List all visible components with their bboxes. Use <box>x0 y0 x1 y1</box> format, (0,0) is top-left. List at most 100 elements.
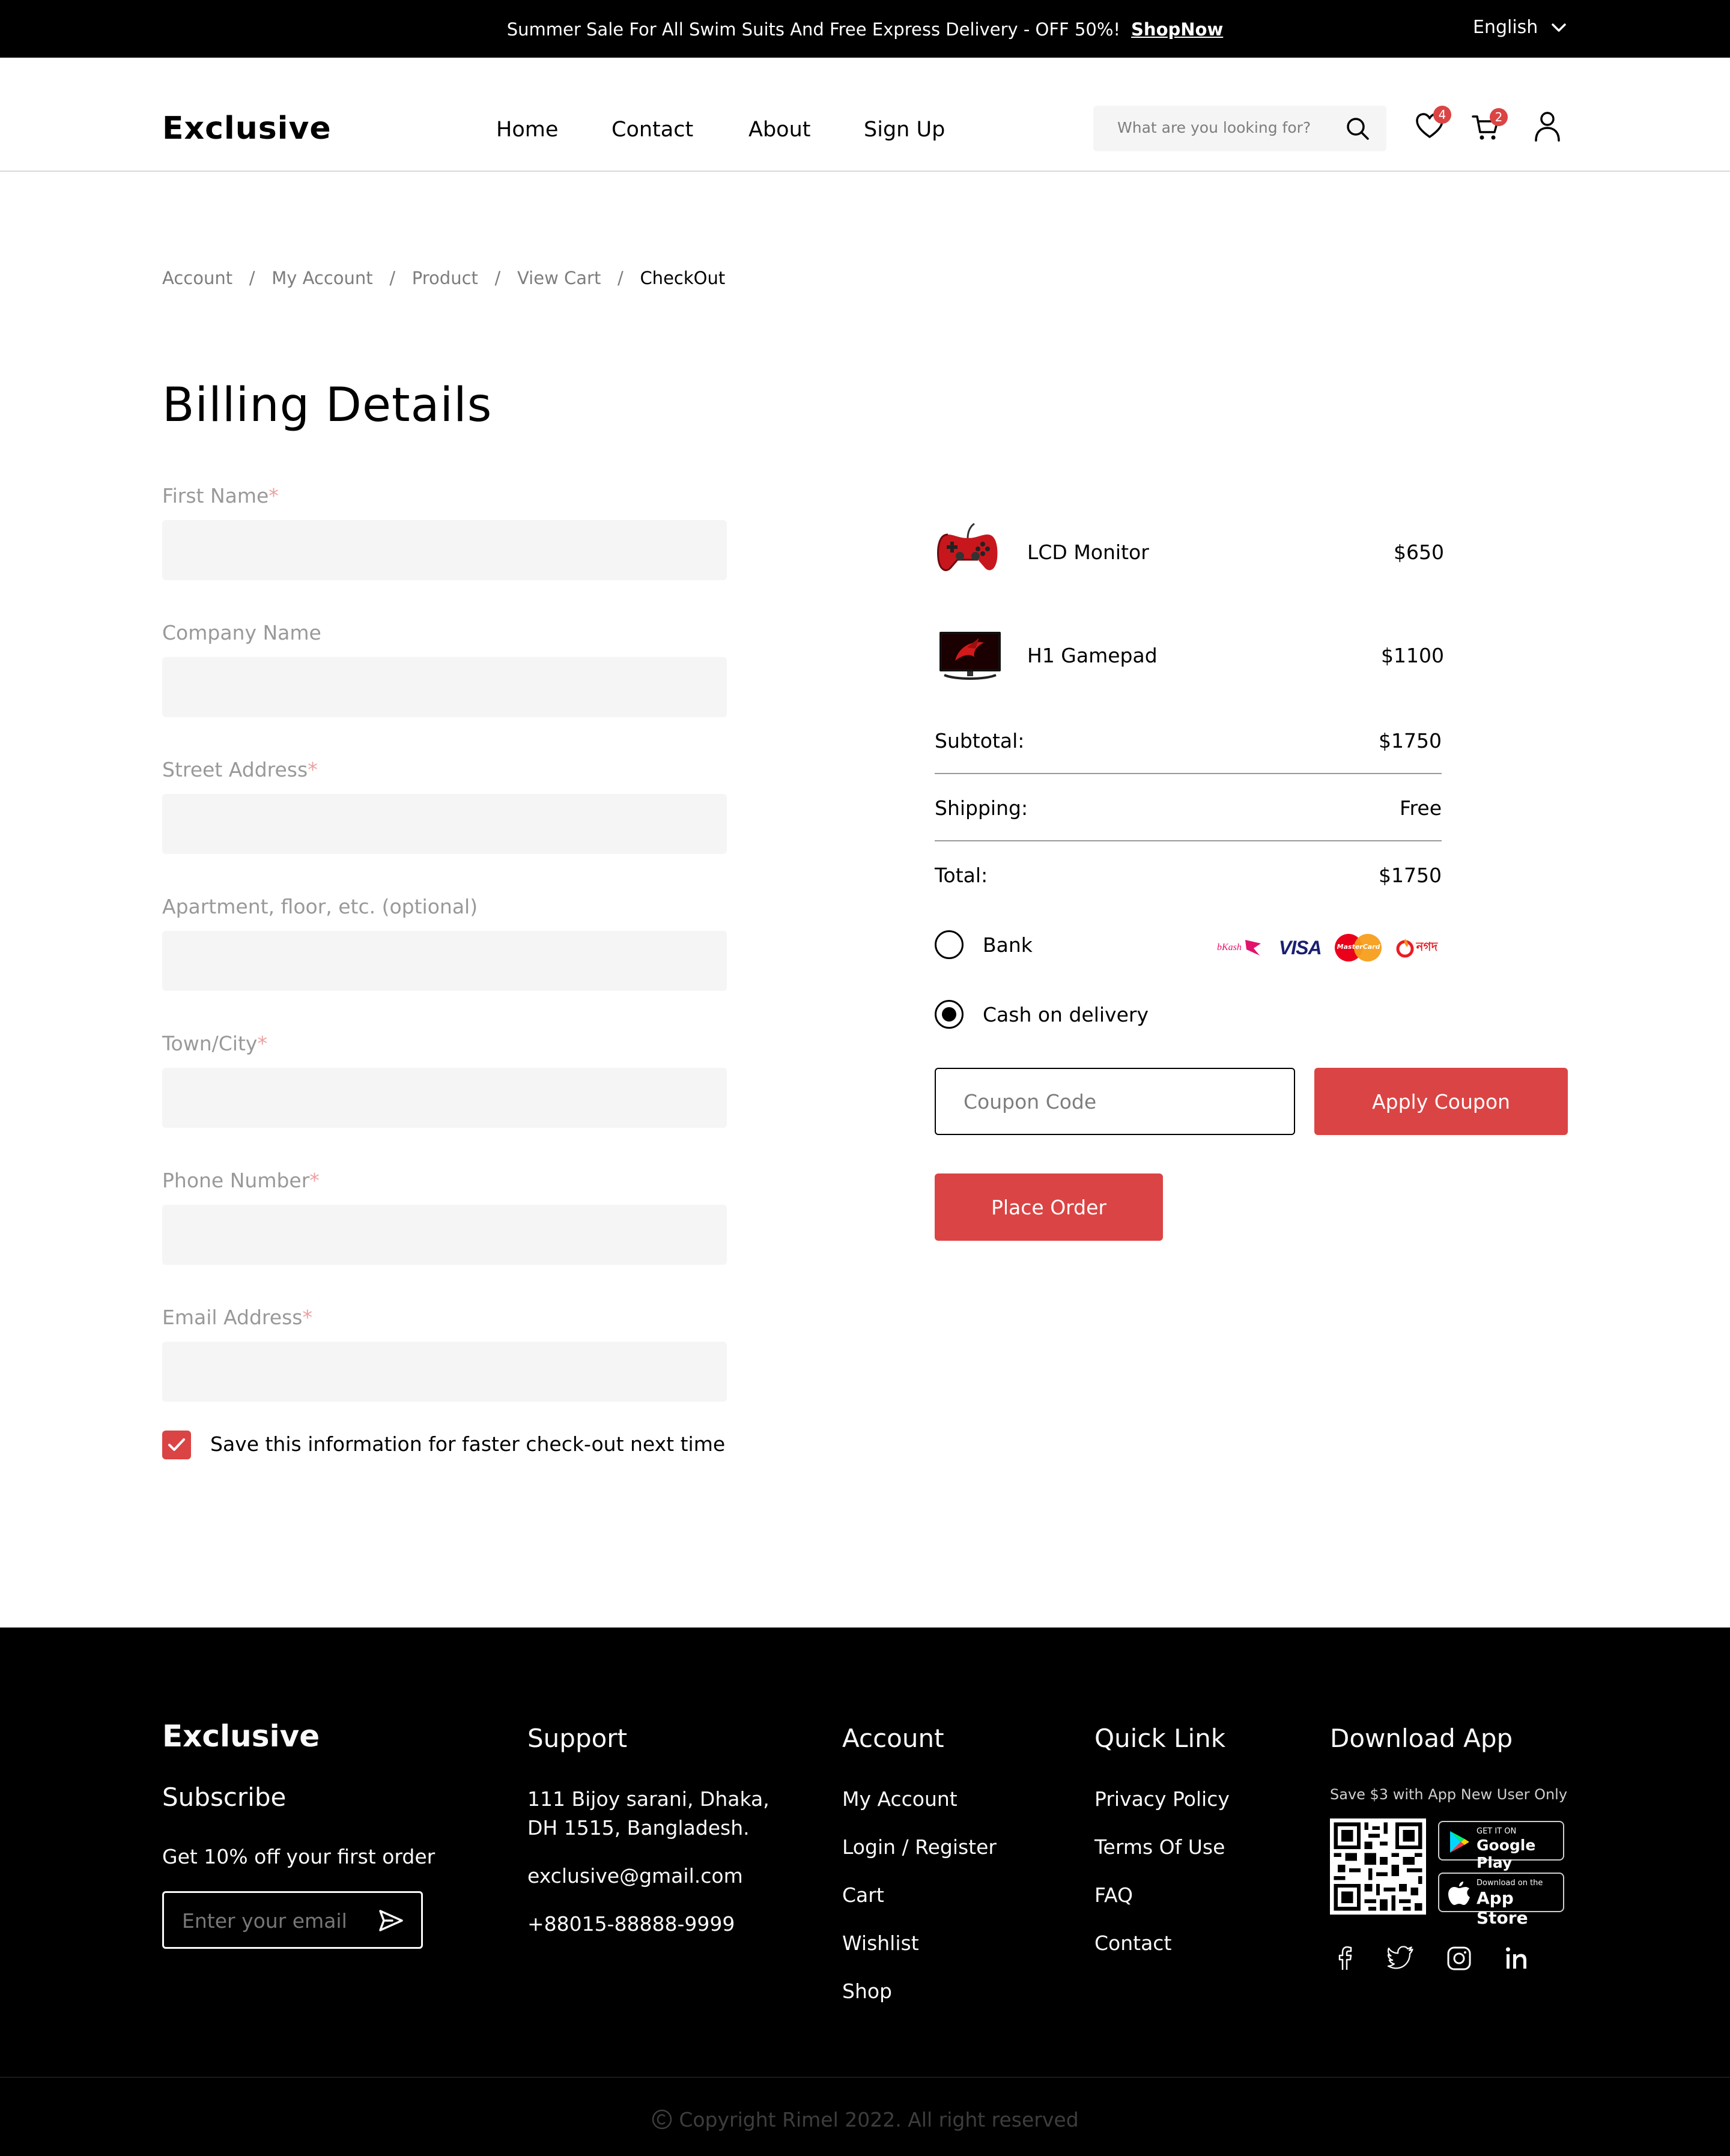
save-info-label[interactable]: Save this information for faster check-o… <box>210 1432 725 1456</box>
order-item-price: $650 <box>1394 541 1444 564</box>
required-mark: * <box>257 1032 267 1055</box>
save-info-checkbox[interactable] <box>162 1431 191 1459</box>
breadcrumb-my-account[interactable]: My Account <box>272 268 373 288</box>
bank-radio[interactable] <box>935 930 964 959</box>
breadcrumb-gap <box>395 268 412 288</box>
breadcrumb-separator: / <box>389 268 396 288</box>
promo-text-wrap: Summer Sale For All Swim Suits And Free … <box>0 19 1730 40</box>
footer-logo[interactable]: Exclusive <box>162 1719 320 1754</box>
support-phone[interactable]: +88015-88888-9999 <box>527 1910 735 1939</box>
nav-about[interactable]: About <box>748 118 810 142</box>
support-address-line2: DH 1515, Bangladesh. <box>527 1816 750 1840</box>
nagad-flame-icon <box>1396 939 1414 958</box>
breadcrumb-gap <box>601 268 618 288</box>
footer-link-faq[interactable]: FAQ <box>1094 1881 1133 1910</box>
app-offer-text: Save $3 with App New User Only <box>1330 1786 1568 1803</box>
cart-button[interactable]: 2 <box>1470 108 1508 148</box>
first-name-label-text: First Name <box>162 484 269 507</box>
app-store-button[interactable]: Download on the App Store <box>1438 1873 1564 1928</box>
apartment-field[interactable] <box>162 931 727 991</box>
quick-link-title: Quick Link <box>1094 1724 1226 1753</box>
subscribe-offer: Get 10% off your first order <box>162 1845 436 1868</box>
language-label: English <box>1473 17 1538 38</box>
copyright-row: Copyright Rimel 2022. All right reserved <box>0 2108 1730 2131</box>
send-icon[interactable] <box>377 1906 405 1935</box>
footer-divider <box>0 2077 1730 2078</box>
mastercard-logo-text: MasterCard <box>1337 943 1380 951</box>
phone-number-field[interactable] <box>162 1205 727 1265</box>
footer-link-cart[interactable]: Cart <box>842 1881 884 1910</box>
order-item-name: LCD Monitor <box>1027 541 1149 564</box>
subtotal-row: Subtotal: $1750 <box>935 729 1442 752</box>
email-address-field[interactable] <box>162 1342 727 1402</box>
payment-logos: bKash VISA MasterCard নগদ <box>1217 933 1437 963</box>
street-address-field[interactable] <box>162 794 727 854</box>
nav-contact[interactable]: Contact <box>612 118 693 142</box>
breadcrumb-separator <box>232 268 249 288</box>
account-title: Account <box>842 1724 944 1753</box>
bkash-bird-icon <box>1245 940 1261 955</box>
qr-code[interactable] <box>1330 1818 1426 1915</box>
nagad-logo: নগদ <box>1395 937 1437 958</box>
site-header: Exclusive Home Contact About Sign Up Wha… <box>0 58 1730 172</box>
nav-home[interactable]: Home <box>496 118 558 142</box>
breadcrumb-view-cart[interactable]: View Cart <box>517 268 601 288</box>
apply-coupon-button[interactable]: Apply Coupon <box>1314 1068 1568 1135</box>
town-city-label: Town/City* <box>162 1032 267 1055</box>
facebook-icon[interactable] <box>1330 1943 1360 1973</box>
shipping-label: Shipping: <box>935 796 1028 820</box>
breadcrumb-product[interactable]: Product <box>412 268 478 288</box>
search-bar[interactable]: What are you looking for? <box>1093 106 1386 151</box>
linkedin-icon[interactable] <box>1502 1943 1532 1973</box>
twitter-icon[interactable] <box>1386 1943 1416 1973</box>
bank-label[interactable]: Bank <box>983 933 1033 957</box>
town-city-field[interactable] <box>162 1068 727 1128</box>
place-order-button[interactable]: Place Order <box>935 1173 1163 1241</box>
order-item-name: H1 Gamepad <box>1027 644 1158 667</box>
footer-link-login-register[interactable]: Login / Register <box>842 1833 997 1862</box>
phone-number-label: Phone Number* <box>162 1169 320 1192</box>
bkash-logo-text: bKash <box>1217 942 1242 952</box>
search-icon[interactable] <box>1344 115 1371 142</box>
google-play-button[interactable]: GET IT ON Google Play <box>1438 1821 1564 1871</box>
first-name-field[interactable] <box>162 520 727 580</box>
footer-link-wishlist[interactable]: Wishlist <box>842 1929 919 1958</box>
shop-now-link[interactable]: ShopNow <box>1131 19 1223 40</box>
billing-title: Billing Details <box>162 378 493 432</box>
wishlist-count-badge: 4 <box>1433 106 1451 124</box>
coupon-code-input[interactable] <box>935 1068 1295 1135</box>
wishlist-button[interactable]: 4 <box>1414 106 1451 147</box>
apartment-label-text: Apartment, floor, etc. (optional) <box>162 895 478 918</box>
account-button[interactable] <box>1531 109 1567 145</box>
support-address-line1: 111 Bijoy sarani, Dhaka, <box>527 1787 769 1811</box>
promo-bar: Summer Sale For All Swim Suits And Free … <box>0 0 1730 58</box>
divider <box>935 773 1442 774</box>
footer-link-my-account[interactable]: My Account <box>842 1785 958 1814</box>
footer-link-contact[interactable]: Contact <box>1094 1929 1171 1958</box>
breadcrumb-account[interactable]: Account <box>162 268 232 288</box>
email-address-label: Email Address* <box>162 1306 312 1329</box>
footer-link-privacy-policy[interactable]: Privacy Policy <box>1094 1785 1230 1814</box>
gamepad-image <box>937 522 998 571</box>
breadcrumb-separator: / <box>618 268 624 288</box>
language-selector[interactable]: English <box>1473 17 1567 38</box>
footer-link-shop[interactable]: Shop <box>842 1977 892 2006</box>
cash-on-delivery-radio[interactable] <box>935 1000 964 1029</box>
chevron-down-icon <box>1552 23 1567 32</box>
instagram-icon[interactable] <box>1444 1943 1474 1973</box>
breadcrumb-separator: / <box>494 268 501 288</box>
app-store-small-text: Download on the <box>1477 1879 1543 1888</box>
town-city-label-text: Town/City <box>162 1032 258 1055</box>
bkash-logo: bKash <box>1217 937 1263 958</box>
cash-on-delivery-label[interactable]: Cash on delivery <box>983 1003 1149 1026</box>
support-email[interactable]: exclusive@gmail.com <box>527 1862 743 1891</box>
breadcrumb-gap <box>500 268 517 288</box>
copyright-icon <box>652 2109 672 2130</box>
subscribe-email-input[interactable]: Enter your email <box>162 1891 423 1949</box>
company-name-field[interactable] <box>162 657 727 717</box>
nav-sign-up[interactable]: Sign Up <box>864 118 945 142</box>
google-play-small-text: GET IT ON <box>1477 1827 1517 1836</box>
site-logo[interactable]: Exclusive <box>162 111 332 147</box>
footer-link-terms-of-use[interactable]: Terms Of Use <box>1094 1833 1225 1862</box>
copyright-text: Copyright Rimel 2022. All right reserved <box>679 2108 1079 2131</box>
